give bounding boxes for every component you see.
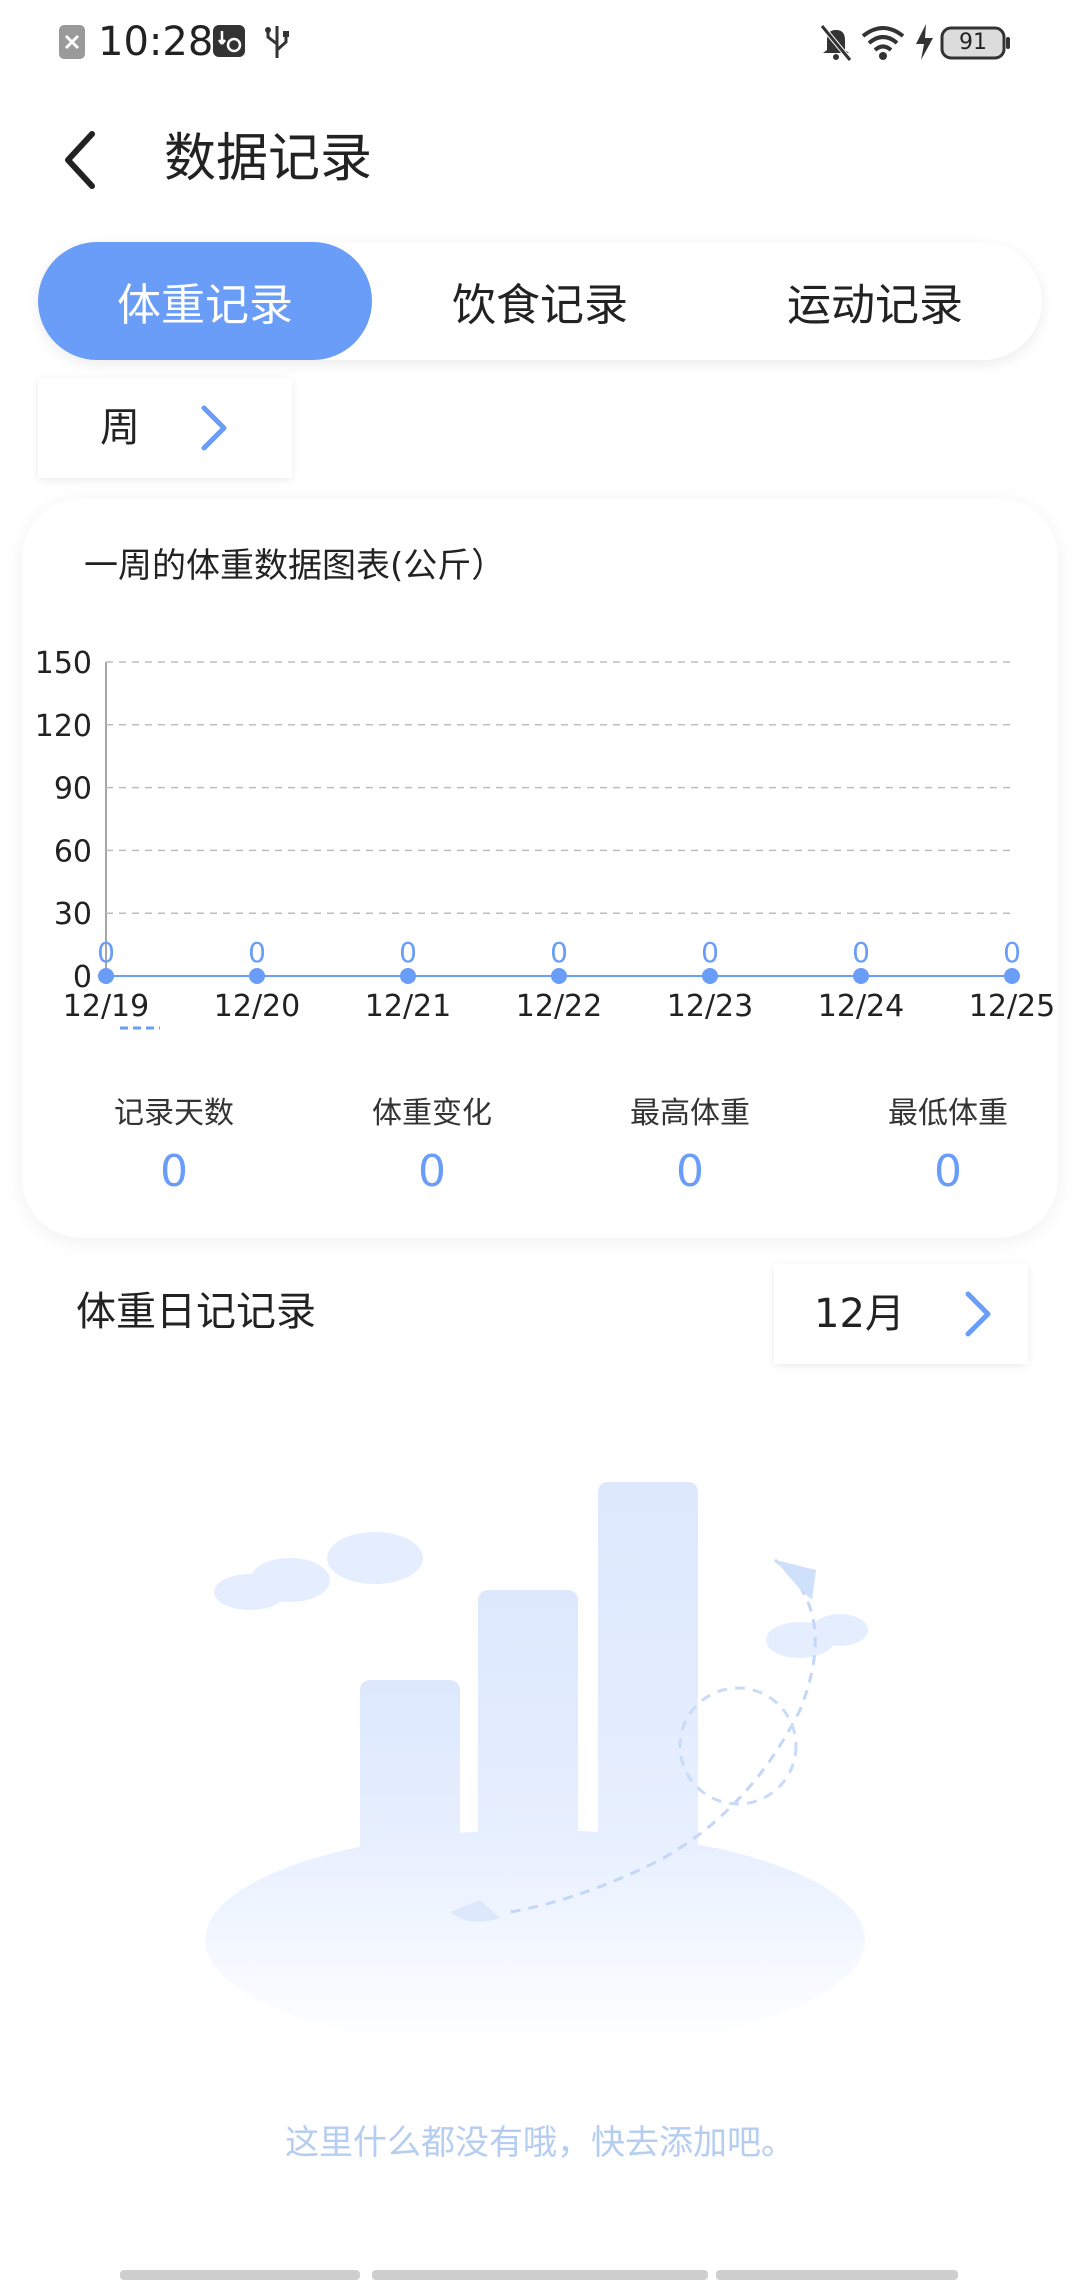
x-tick-label: 12/24 [818, 989, 904, 1024]
x-tick-label: 12/21 [365, 989, 451, 1024]
stat-min-weight: 最低体重 0 [838, 1094, 1058, 1202]
data-label: 0 [550, 936, 568, 969]
y-tick-label: 90 [54, 772, 92, 807]
weight-chart-card: 一周的体重数据图表(公斤） 0 30 60 90 120 150 0 12/19 0 12/20 0… [22, 498, 1058, 1238]
data-point [1004, 968, 1020, 984]
status-time: 10:28 [98, 19, 214, 65]
stat-weight-change: 体重变化 0 [322, 1094, 542, 1202]
period-label: 周 [100, 405, 140, 451]
data-point [702, 968, 718, 984]
data-settings-icon [213, 25, 245, 57]
stat-value: 0 [418, 1146, 446, 1197]
month-selector[interactable]: 12月 [774, 1264, 1028, 1364]
stat-label: 记录天数 [114, 1096, 234, 1131]
bell-off-icon [820, 24, 852, 62]
bottom-bar-segment [716, 2270, 958, 2280]
tab-exercise[interactable]: 运动记录 [708, 242, 1042, 360]
data-label: 0 [97, 936, 115, 969]
x-tick-label: 12/20 [214, 989, 300, 1024]
y-tick-label: 60 [54, 834, 92, 869]
close-square-icon [59, 25, 85, 59]
wifi-icon [861, 26, 905, 60]
y-tick-label: 150 [35, 646, 92, 681]
stat-value: 0 [160, 1146, 188, 1197]
battery-level: 91 [959, 30, 987, 55]
stat-value: 0 [934, 1146, 962, 1197]
data-label: 0 [248, 936, 266, 969]
stat-max-weight: 最高体重 0 [580, 1094, 800, 1202]
stat-value: 0 [676, 1146, 704, 1197]
bottom-bar-segment [120, 2270, 360, 2280]
diary-title: 体重日记记录 [76, 1289, 316, 1335]
chevron-right-icon [201, 405, 227, 451]
data-point [400, 968, 416, 984]
empty-illustration [205, 1482, 868, 2040]
data-point [853, 968, 869, 984]
x-tick-label: 12/19 [63, 989, 149, 1024]
charging-bolt-icon [916, 24, 933, 60]
data-label: 0 [701, 936, 719, 969]
bottom-bar-segment [372, 2270, 708, 2280]
tab-weight[interactable]: 体重记录 [38, 242, 372, 360]
data-label: 0 [852, 936, 870, 969]
x-tick-label: 12/25 [969, 989, 1055, 1024]
y-tick-label: 30 [54, 897, 92, 932]
data-label: 0 [399, 936, 417, 969]
x-tick-label: 12/22 [516, 989, 602, 1024]
stat-label: 最高体重 [630, 1096, 750, 1131]
status-bar: 10:28 91 [0, 0, 1080, 84]
chevron-right-icon [965, 1291, 991, 1337]
page-title: 数据记录 [164, 129, 373, 189]
data-label: 0 [1003, 936, 1021, 969]
back-button[interactable] [52, 120, 116, 200]
chevron-left-icon [65, 131, 95, 189]
stat-record-days: 记录天数 0 [64, 1094, 284, 1202]
data-point [551, 968, 567, 984]
weight-line-chart: 0306090120150012/19012/20012/21012/22012… [35, 646, 1055, 1030]
stat-label: 体重变化 [372, 1096, 492, 1131]
empty-state-text: 这里什么都没有哦，快去添加吧。 [285, 2123, 795, 2163]
record-tabs: 体重记录 饮食记录 运动记录 [38, 242, 1042, 360]
data-point [249, 968, 265, 984]
stat-label: 最低体重 [888, 1096, 1008, 1131]
y-tick-label: 120 [35, 709, 92, 744]
data-point [98, 968, 114, 984]
tab-diet[interactable]: 饮食记录 [373, 242, 707, 360]
month-label: 12月 [814, 1291, 905, 1337]
period-selector[interactable]: 周 [38, 378, 292, 478]
usb-icon [265, 26, 289, 58]
x-tick-label: 12/23 [667, 989, 753, 1024]
